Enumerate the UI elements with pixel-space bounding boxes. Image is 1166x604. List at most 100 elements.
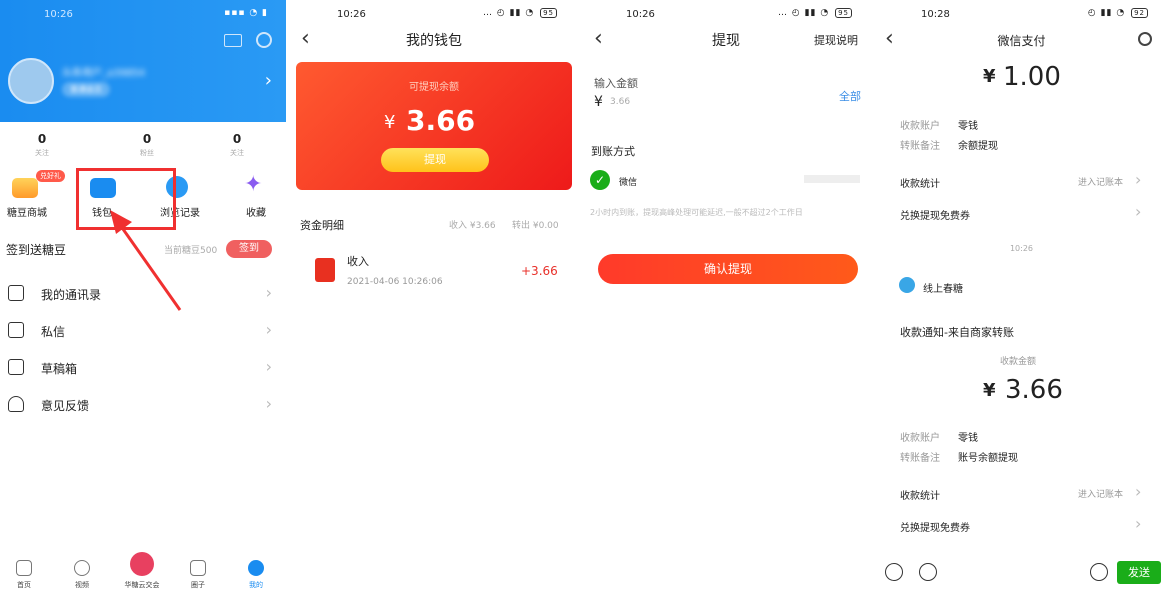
- gear-icon[interactable]: [1138, 32, 1152, 46]
- received-amount: 3.66: [1005, 375, 1063, 405]
- kv-value: 零钱: [958, 121, 978, 132]
- tab-profile[interactable]: 我的: [236, 560, 276, 590]
- all-link[interactable]: 全部: [839, 88, 861, 104]
- contacts-icon: [8, 285, 24, 301]
- ledger-link: 进入记账本: [1078, 490, 1124, 500]
- stat-label: 关注: [35, 149, 49, 157]
- sender-name: 线上春糖: [923, 284, 963, 295]
- amount-currency: ¥: [983, 380, 996, 401]
- amount-input[interactable]: 3.66: [610, 97, 630, 107]
- method-label: 到账方式: [591, 145, 635, 158]
- video-icon: [74, 560, 90, 576]
- kv-label: 收款账户: [900, 121, 940, 132]
- chevron-right-icon: ›: [1135, 514, 1142, 533]
- balance-card: 可提现余额 ¥ 3.66 提现: [296, 62, 572, 190]
- tab-label: 圈子: [191, 581, 205, 589]
- profile-screen: 10:26 ▪▪▪ ◔ ▮ 头条用户_a39854 普通会员 › 0 关注 0 …: [0, 0, 286, 604]
- help-link[interactable]: 提现说明: [814, 32, 858, 48]
- chevron-right-icon: ›: [1135, 482, 1142, 501]
- tab-label: 视频: [75, 581, 89, 589]
- withdraw-screen: 10:26 … ◴ ▮▮ ◔ 95 ‹ 提现 提现说明 输入金额 ¥ 3.66 …: [582, 0, 870, 604]
- txn-title: 收入: [347, 255, 369, 268]
- circle-icon: [190, 560, 206, 576]
- chevron-right-icon: ›: [265, 357, 272, 376]
- profile-header[interactable]: 10:26 ▪▪▪ ◔ ▮ 头条用户_a39854 普通会员 ›: [0, 0, 286, 122]
- signin-points: 当前糖豆500: [164, 246, 218, 256]
- home-icon: [16, 560, 32, 576]
- stat-value[interactable]: 0: [127, 132, 167, 146]
- menu-drafts[interactable]: 草稿箱 ›: [0, 350, 286, 386]
- battery: 95: [835, 8, 852, 18]
- chevron-right-icon: ›: [265, 283, 272, 302]
- withdraw-button[interactable]: 提现: [381, 148, 489, 172]
- status-icons: … ◴ ▮▮ ◔ 95: [778, 8, 852, 18]
- menu-messages[interactable]: 私信 ›: [0, 313, 286, 349]
- signin-title: 签到送糖豆: [6, 243, 67, 257]
- shop-bag-icon: [12, 178, 38, 198]
- tab-circle[interactable]: 圈子: [178, 560, 218, 590]
- level-badge: 普通会员: [62, 82, 110, 97]
- list-icon[interactable]: [885, 563, 903, 581]
- status-time: 10:26: [337, 9, 366, 20]
- menu-label: 意见反馈: [41, 399, 90, 413]
- balance-currency: ¥: [384, 112, 396, 133]
- signin-button[interactable]: 签到: [226, 240, 272, 258]
- menu-contacts[interactable]: 我的通讯录 ›: [0, 276, 286, 312]
- coupon-label: 兑换提现免费券: [900, 211, 970, 222]
- status-time: 10:26: [44, 9, 73, 20]
- tab-expo[interactable]: 华糖云交会: [114, 552, 170, 590]
- ledger-link: 进入记账本: [1078, 178, 1124, 188]
- tab-video[interactable]: 视频: [62, 560, 102, 590]
- section-title: 资金明细: [300, 219, 344, 232]
- tab-home[interactable]: 首页: [4, 560, 44, 590]
- chevron-right-icon[interactable]: ›: [265, 70, 272, 91]
- gear-icon[interactable]: [256, 32, 272, 48]
- txn-time: 2021-04-06 10:26:06: [347, 277, 443, 287]
- avatar[interactable]: [8, 58, 54, 104]
- status-time: 10:28: [921, 9, 950, 20]
- stat-value[interactable]: 0: [22, 132, 62, 146]
- chevron-right-icon: ›: [1135, 170, 1142, 189]
- stats-label: 收款统计: [900, 491, 940, 502]
- menu-label: 我的通讯录: [41, 288, 102, 302]
- grid-label: 糖豆商城: [7, 208, 47, 219]
- status-icons: ◴ ▮▮ ◔ 92: [1088, 8, 1148, 18]
- top-currency: ¥: [983, 66, 996, 87]
- amount-label: 输入金额: [594, 77, 638, 90]
- txn-amount: +3.66: [521, 264, 558, 278]
- send-button[interactable]: 发送: [1117, 561, 1161, 584]
- voice-icon[interactable]: [919, 563, 937, 581]
- menu-feedback[interactable]: 意见反馈 ›: [0, 387, 286, 423]
- stat-label: 关注: [230, 149, 244, 157]
- grid-label: 收藏: [246, 208, 266, 219]
- stat-value[interactable]: 0: [217, 132, 257, 146]
- wechat-icon: ✓: [590, 170, 610, 190]
- wallet-screen: 10:26 … ◴ ▮▮ ◔ 95 ‹ 我的钱包 可提现余额 ¥ 3.66 提现…: [293, 0, 575, 604]
- red-envelope-icon: [315, 258, 335, 282]
- star-icon: ✦: [244, 172, 263, 197]
- kv-label: 收款账户: [900, 433, 940, 444]
- profile-icon: [248, 560, 264, 576]
- top-amount: 1.00: [1003, 62, 1061, 92]
- kv-label: 转账备注: [900, 453, 940, 464]
- draft-icon: [8, 359, 24, 375]
- page-title: 微信支付: [997, 34, 1046, 48]
- tab-label: 华糖云交会: [124, 581, 160, 589]
- headset-icon: [8, 396, 24, 412]
- chat-time: 10:26: [1009, 244, 1034, 253]
- card-label: 可提现余额: [409, 82, 459, 93]
- sender-avatar[interactable]: [899, 277, 915, 293]
- message-icon: [8, 322, 24, 338]
- battery: 92: [1131, 8, 1148, 18]
- notice-title: 收款通知-来自商家转账: [900, 326, 1014, 339]
- kv-value: 零钱: [958, 433, 978, 444]
- page-title: 我的钱包: [406, 33, 462, 49]
- expo-logo-icon: [130, 552, 154, 576]
- confirm-withdraw-button[interactable]: 确认提现: [598, 254, 858, 284]
- emoji-icon[interactable]: [1090, 563, 1108, 581]
- arrival-notice: 2小时内到账，提现高峰处理可能延迟,一般不超过2个工作日: [590, 208, 803, 217]
- wechat-pay-screen: 10:28 ◴ ▮▮ ◔ 92 ‹ 微信支付 ¥ 1.00 收款账户 零钱 转账…: [877, 0, 1166, 604]
- username: 头条用户_a39854: [62, 68, 145, 79]
- mail-icon[interactable]: [224, 34, 242, 47]
- kv-value: 账号余额提现: [958, 453, 1018, 464]
